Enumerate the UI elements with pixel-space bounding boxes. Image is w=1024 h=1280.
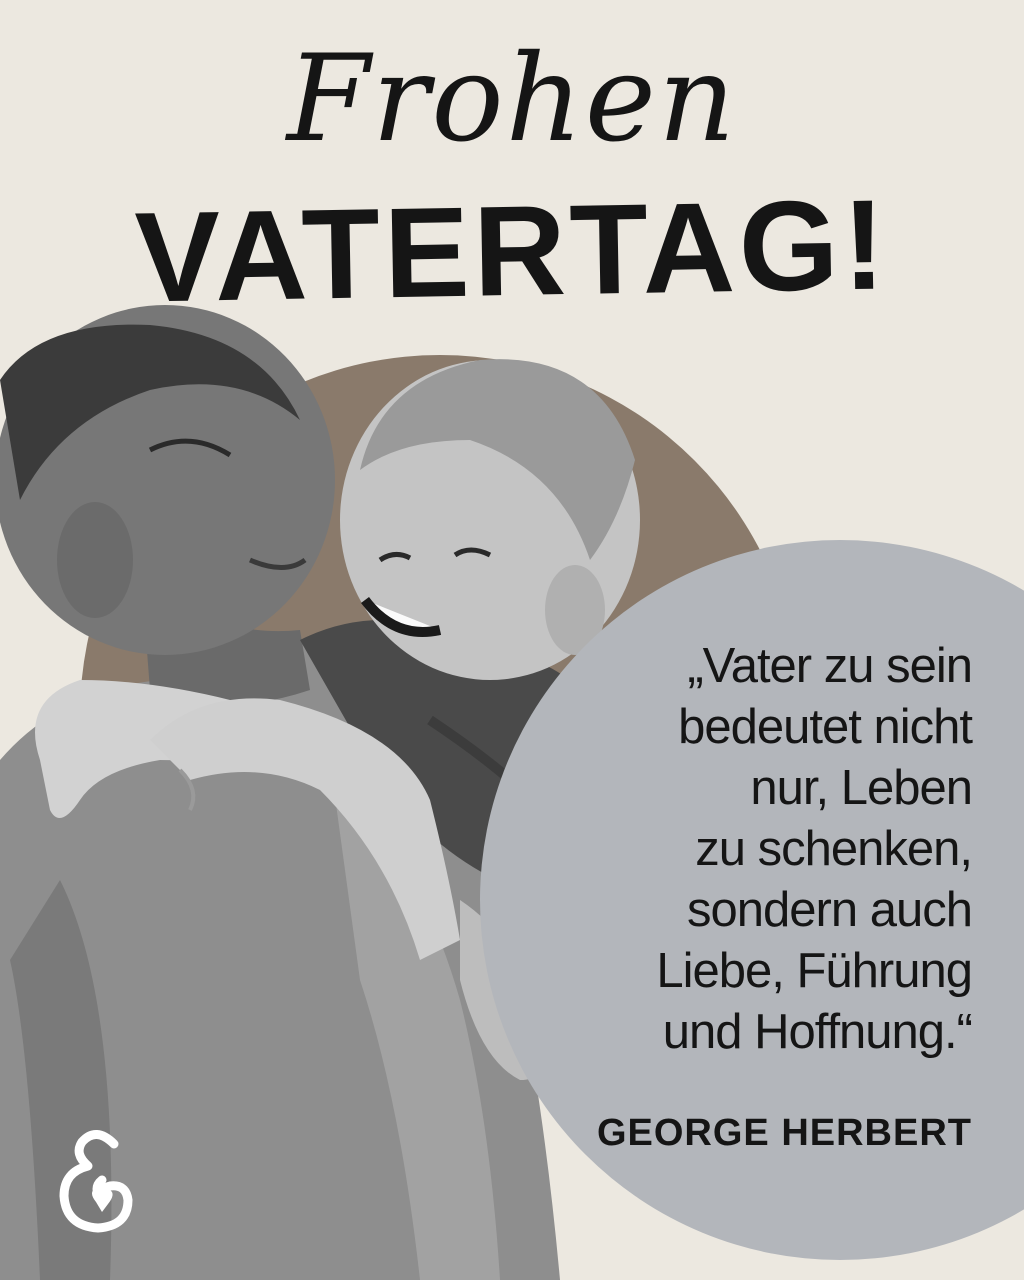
- quote-line: bedeutet nicht: [678, 700, 973, 754]
- title-main-line: VATERTAG!: [133, 173, 891, 330]
- quote-line: Liebe, Führung: [656, 944, 973, 998]
- title-script-line: Frohen: [286, 30, 738, 169]
- quote-text: „Vater zu sein bedeutet nicht nur, Leben…: [552, 636, 973, 1063]
- greeting-card: Frohen VATERTAG! „Vater zu sein bedeutet…: [0, 0, 1024, 1280]
- quote-line: und Hoffnung.“: [662, 1005, 973, 1059]
- quote-line: zu schenken,: [695, 822, 973, 876]
- quote-line: nur, Leben: [750, 761, 973, 815]
- quote-line: sondern auch: [687, 883, 973, 937]
- quote-author: GEORGE HERBERT: [596, 1112, 972, 1154]
- heart-e-logo-icon: [59, 1130, 133, 1233]
- quote-line: „Vater zu sein: [687, 639, 973, 693]
